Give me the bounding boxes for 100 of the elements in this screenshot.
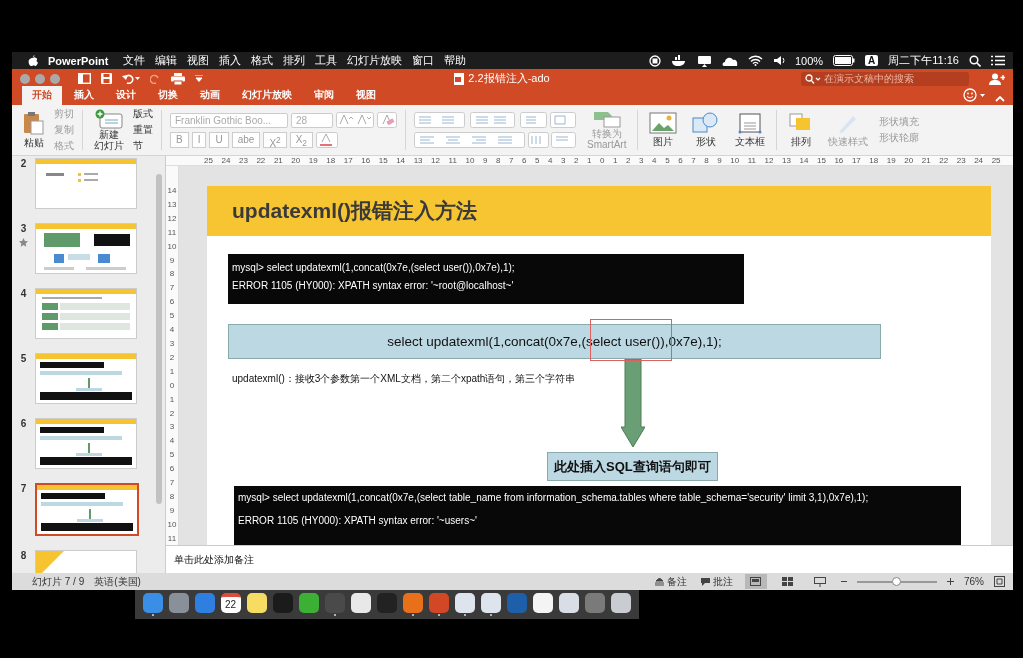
ruler-number: 8 xyxy=(169,491,175,501)
sidebar-icon[interactable] xyxy=(78,73,91,84)
display-icon[interactable] xyxy=(696,54,712,67)
slide-thumbnail[interactable] xyxy=(35,483,139,536)
normal-view-button[interactable] xyxy=(745,574,767,589)
ruler-number: 8 xyxy=(169,269,175,279)
slide-thumbnail[interactable] xyxy=(35,353,137,404)
scrollbar-thumb[interactable] xyxy=(156,174,162,504)
ribbon-tab[interactable]: 设计 xyxy=(106,86,146,105)
input-source-indicator[interactable]: A xyxy=(865,55,879,66)
smiley-icon[interactable] xyxy=(963,88,987,102)
ribbon-tab[interactable]: 切换 xyxy=(148,86,188,105)
paste-button[interactable]: 粘贴 xyxy=(20,110,48,150)
menu-item[interactable]: 工具 xyxy=(314,53,337,68)
ruler-number: 10 xyxy=(730,156,740,165)
zoom-slider[interactable] xyxy=(857,580,937,583)
search-icon xyxy=(805,73,821,84)
menu-item[interactable]: 格式 xyxy=(250,53,273,68)
battery-icon[interactable] xyxy=(833,55,856,66)
ruler-number: 9 xyxy=(169,255,175,265)
ruler-number: 2 xyxy=(169,408,175,418)
ruler-number: 17 xyxy=(343,156,353,165)
zoom-slider-thumb[interactable] xyxy=(892,576,901,586)
normal-view-icon xyxy=(750,577,762,586)
slide-thumbnail[interactable] xyxy=(35,223,137,274)
notes-button[interactable]: 备注 xyxy=(653,574,689,589)
ruler-number: 13 xyxy=(782,156,791,165)
calendar-icon[interactable]: 22 xyxy=(220,593,241,613)
menu-item[interactable]: 帮助 xyxy=(443,53,466,68)
smartart-icon xyxy=(591,109,622,128)
fit-window-icon[interactable] xyxy=(994,576,1005,587)
ribbon-tab[interactable]: 动画 xyxy=(190,86,230,105)
section-button[interactable]: 节 xyxy=(133,139,153,153)
menu-clock[interactable]: 周二下午11:16 xyxy=(888,53,959,68)
ruler-number: 6 xyxy=(169,464,175,474)
arrange-button[interactable]: 排列 xyxy=(785,111,818,149)
ribbon-tab[interactable]: 幻灯片放映 xyxy=(232,86,302,105)
app-menu[interactable]: PowerPoint xyxy=(48,54,109,67)
ruler-number: 23 xyxy=(238,156,248,165)
layout-button[interactable]: 版式 xyxy=(133,107,153,121)
ruler-number: 8 xyxy=(495,156,501,165)
slide-thumbnail[interactable] xyxy=(35,418,137,469)
undo-icon[interactable] xyxy=(122,73,140,84)
list-icon[interactable] xyxy=(991,55,1005,66)
ruler-number: 6 xyxy=(169,297,175,307)
menu-item[interactable]: 编辑 xyxy=(154,53,177,68)
slide-title: updatexml()报错注入方法 xyxy=(232,198,477,224)
menu-item[interactable]: 插入 xyxy=(218,53,241,68)
ruler-number: 15 xyxy=(816,156,826,165)
cloud-icon[interactable] xyxy=(721,55,738,66)
zoom-in-icon[interactable] xyxy=(947,578,954,585)
volume-icon[interactable] xyxy=(772,55,785,66)
ruler-number: 3 xyxy=(561,156,566,165)
ribbon-tab[interactable]: 审阅 xyxy=(304,86,344,105)
slide-thumbnail[interactable] xyxy=(35,158,137,209)
slide-thumbnail[interactable] xyxy=(35,288,137,339)
ruler-number: 10 xyxy=(167,519,177,529)
wifi-icon[interactable] xyxy=(747,55,763,66)
picture-button[interactable]: 图片 xyxy=(646,111,681,149)
shape-button[interactable]: 形状 xyxy=(688,111,725,149)
ruler-number: 11 xyxy=(167,533,177,543)
menu-item[interactable]: 排列 xyxy=(282,53,305,68)
ruler-number: 0 xyxy=(600,156,605,165)
ribbon-tab[interactable]: 插入 xyxy=(64,86,104,105)
ruler-number: 14 xyxy=(799,156,809,165)
record-icon[interactable] xyxy=(648,54,661,67)
font-color-icon[interactable] xyxy=(316,132,338,148)
slide-number: 7 xyxy=(20,483,27,494)
zoom-percent[interactable]: 76% xyxy=(964,576,984,587)
slide-number: 5 xyxy=(20,353,27,364)
ruler-number: 3 xyxy=(639,156,644,165)
save-icon[interactable] xyxy=(101,73,112,84)
search-field[interactable]: 在演示文稿中的搜索 xyxy=(801,71,969,86)
ruler-number: 10 xyxy=(167,241,177,251)
ruler-number: 7 xyxy=(508,156,514,165)
customize-icon[interactable] xyxy=(195,75,203,82)
whale-icon[interactable] xyxy=(670,55,687,66)
terminal-line: ERROR 1105 (HY000): XPATH syntax error: '~root@localhost~' xyxy=(232,280,515,291)
clipboard-icon xyxy=(23,110,45,135)
menu-item[interactable]: 幻灯片放映 xyxy=(346,53,402,68)
textbox-button[interactable]: 文本框 xyxy=(732,111,769,149)
menu-item[interactable]: 窗口 xyxy=(411,53,434,68)
reset-button[interactable]: 重置 xyxy=(133,123,153,137)
notes-pane[interactable]: 单击此处添加备注 xyxy=(166,545,1013,573)
search-icon[interactable] xyxy=(969,54,981,67)
terminal-line: mysql> select updatexml(1,concat(0x7e,(select user()),0x7e),1); xyxy=(232,262,516,273)
ruler-number: 13 xyxy=(413,156,423,165)
add-person-icon[interactable] xyxy=(989,72,1005,85)
language-indicator[interactable]: 英语(美国) xyxy=(94,574,141,589)
collapse-icon[interactable] xyxy=(995,95,1005,102)
comments-button[interactable]: 批注 xyxy=(699,574,735,589)
ribbon-tab[interactable]: 开始 xyxy=(22,86,62,105)
menu-item[interactable]: 视图 xyxy=(186,53,209,68)
print-icon[interactable] xyxy=(171,72,185,85)
new-slide-button[interactable]: 新建 幻灯片 xyxy=(91,108,127,152)
menu-item[interactable]: 文件 xyxy=(122,53,145,68)
apple-icon[interactable] xyxy=(28,54,38,67)
new-slide-icon xyxy=(94,108,124,129)
ruler-number: 0 xyxy=(169,380,175,390)
ribbon-tab[interactable]: 视图 xyxy=(346,86,386,105)
